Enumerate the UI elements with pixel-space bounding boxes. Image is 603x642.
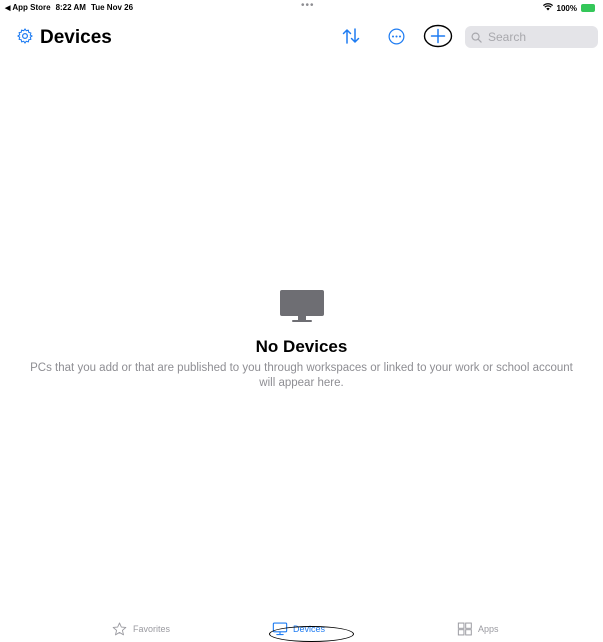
wifi-icon <box>542 3 553 13</box>
add-icon[interactable] <box>423 24 453 48</box>
tab-devices-label: Devices <box>293 624 326 634</box>
battery-icon <box>581 4 595 12</box>
empty-state-description: PCs that you add or that are published t… <box>30 362 573 389</box>
battery-percent: 100% <box>556 3 577 13</box>
search-input[interactable] <box>486 29 590 45</box>
tab-bar: Favorites Devices Apps <box>0 620 603 642</box>
status-right: 100% <box>542 3 595 13</box>
monitor-icon <box>272 622 288 636</box>
multitasking-dots[interactable]: ••• <box>301 0 315 11</box>
status-bar: ◀ App Store 8:22 AM Tue Nov 26 ••• 100% <box>0 0 603 16</box>
empty-state-title: No Devices <box>255 337 348 356</box>
back-to-app-link[interactable]: ◀ App Store <box>5 3 51 12</box>
tab-devices[interactable]: Devices <box>272 622 325 636</box>
devices-screen: ◀ App Store 8:22 AM Tue Nov 26 ••• 100% … <box>0 0 603 642</box>
status-left: ◀ App Store 8:22 AM Tue Nov 26 <box>5 3 133 12</box>
more-icon[interactable] <box>388 28 405 45</box>
tab-favorites[interactable]: Favorites <box>111 622 170 636</box>
tab-apps[interactable]: Apps <box>457 622 499 636</box>
status-date: Tue Nov 26 <box>90 3 134 12</box>
search-icon <box>471 32 482 43</box>
navigation-bar: Devices <box>0 22 603 56</box>
page-title: Devices <box>40 27 112 48</box>
back-arrow-icon: ◀ <box>5 5 11 12</box>
star-icon <box>112 622 127 636</box>
status-time: 8:22 AM <box>55 3 86 12</box>
search-field[interactable] <box>465 26 598 48</box>
empty-state: No Devices PCs that you add or that are … <box>0 289 603 391</box>
sort-icon[interactable] <box>341 27 361 45</box>
apps-grid-icon <box>457 622 472 636</box>
gear-icon[interactable] <box>16 27 34 45</box>
monitor-icon <box>279 290 324 322</box>
tab-apps-label: Apps <box>478 624 499 634</box>
back-app-label: App Store <box>12 3 51 12</box>
tab-favorites-label: Favorites <box>133 624 171 634</box>
